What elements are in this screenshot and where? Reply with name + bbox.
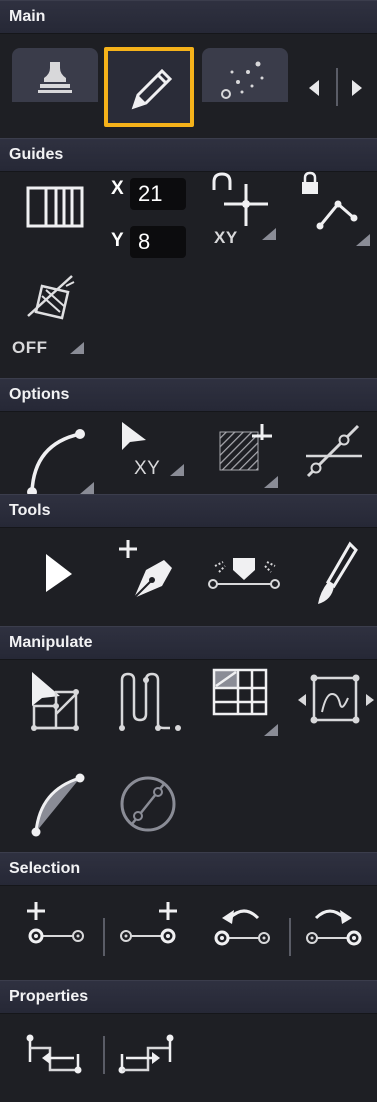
section-header-options: Options: [0, 378, 377, 412]
off-dropdown-icon[interactable]: [70, 340, 86, 354]
tab-scatter[interactable]: [202, 48, 288, 102]
tab-scroll-divider: [336, 68, 338, 106]
section-header-main: Main: [0, 0, 377, 34]
tool-panel: Main Guides X 21 Y 8 XY OFF Options XY T…: [0, 0, 377, 1102]
xy-dropdown-icon[interactable]: [170, 462, 186, 476]
vertical-guides-grid-icon[interactable]: [26, 186, 86, 230]
select-arrow-tool-icon[interactable]: [40, 552, 80, 596]
hatched-snap-icon[interactable]: [214, 418, 286, 496]
scale-selection-icon[interactable]: [28, 670, 98, 734]
grid-transform-icon[interactable]: [208, 664, 284, 742]
selection-divider-1: [103, 918, 105, 956]
section-header-manipulate: Manipulate: [0, 626, 377, 660]
reverse-path-start-icon[interactable]: [24, 1032, 94, 1082]
undo-point-icon[interactable]: [210, 900, 280, 960]
add-point-start-icon[interactable]: [24, 900, 94, 960]
guide-y-label: Y: [111, 230, 124, 251]
section-header-properties: Properties: [0, 980, 377, 1014]
tab-scroll-left-icon[interactable]: [307, 78, 323, 98]
circle-through-points-icon[interactable]: [118, 770, 182, 840]
guide-off-label: OFF: [12, 338, 48, 357]
guide-y-field[interactable]: 8: [130, 226, 186, 258]
properties-divider: [103, 1036, 105, 1074]
section-header-selection: Selection: [0, 852, 377, 886]
cursor-xy-option-icon[interactable]: [118, 418, 158, 458]
selection-divider-2: [289, 918, 291, 956]
fit-box-icon[interactable]: [296, 670, 376, 734]
tab-pencil[interactable]: [104, 47, 194, 127]
add-anchor-pen-tool-icon[interactable]: [118, 536, 188, 606]
tab-stamp[interactable]: [12, 48, 98, 102]
lock-angle-icon[interactable]: [298, 170, 377, 246]
section-header-guides: Guides: [0, 138, 377, 172]
curve-option-icon[interactable]: [24, 418, 104, 498]
guide-x-label: X: [111, 178, 124, 199]
brush-tool-icon[interactable]: [312, 540, 362, 612]
reverse-path-end-icon[interactable]: [114, 1032, 184, 1082]
scatter-points-icon: [221, 61, 264, 99]
snap-xy-label: XY: [214, 228, 238, 247]
tab-scroll-right-icon[interactable]: [350, 78, 366, 98]
guide-x-field[interactable]: 21: [130, 178, 186, 210]
convert-curves-icon[interactable]: [116, 670, 186, 734]
guide-visibility-off-icon[interactable]: [22, 272, 82, 332]
reshape-tool-icon[interactable]: [205, 550, 285, 600]
section-header-tools: Tools: [0, 494, 377, 528]
stamp-icon: [38, 62, 72, 93]
line-with-points-option-icon[interactable]: [302, 420, 366, 484]
redo-point-icon[interactable]: [300, 900, 370, 960]
add-point-end-icon[interactable]: [114, 900, 184, 960]
corner-curve-icon[interactable]: [30, 770, 94, 840]
options-xy-label: XY: [134, 458, 161, 479]
pencil-icon: [131, 68, 173, 110]
